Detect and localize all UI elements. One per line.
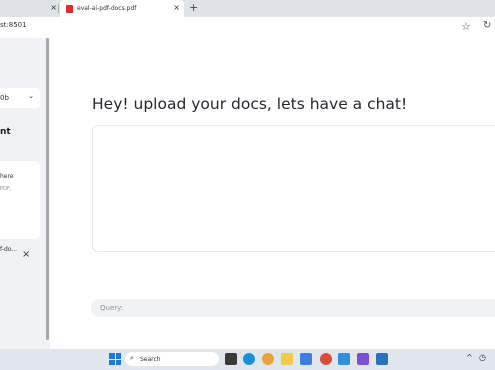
edge-icon[interactable] [243, 353, 255, 365]
bookmark-star-icon[interactable]: ☆ [461, 20, 471, 33]
windows-start-icon[interactable] [109, 353, 121, 365]
model-select-value: 0b [0, 94, 9, 102]
browser-tab-previous[interactable]: × [0, 0, 60, 17]
query-input[interactable] [91, 299, 495, 317]
uploader-text: here [0, 173, 14, 180]
app-icon[interactable] [357, 353, 369, 365]
tab-close-icon[interactable]: × [173, 3, 180, 12]
address-bar[interactable]: st:8501 ☆ ↻ [0, 17, 495, 39]
sidebar-scrollbar[interactable] [46, 38, 49, 340]
store-icon[interactable] [300, 353, 312, 365]
task-view-icon[interactable] [225, 353, 237, 365]
reload-icon[interactable]: ↻ [483, 20, 491, 31]
tab-title: eval-ai-pdf-docs.pdf [77, 5, 137, 12]
file-explorer-icon[interactable] [281, 353, 293, 365]
search-label: Search [140, 356, 161, 363]
tray-clock-icon[interactable]: ◷ [479, 353, 486, 362]
tray-chevron-icon[interactable]: ^ [466, 353, 473, 362]
taskbar-search[interactable]: ⌕ Search [125, 352, 219, 366]
page-title: Hey! upload your docs, lets have a chat! [92, 95, 408, 113]
terminal-icon[interactable] [376, 353, 388, 365]
pdf-icon [66, 4, 73, 13]
tab-separator [58, 4, 59, 13]
tab-close-icon[interactable]: × [50, 3, 57, 12]
browser-icon[interactable] [262, 353, 274, 365]
new-tab-button[interactable]: + [189, 0, 198, 16]
search-icon: ⌕ [130, 354, 134, 362]
chevron-down-icon: ⌄ [28, 92, 34, 100]
windows-taskbar: ⌕ Search ^ ◷ [0, 349, 495, 370]
uploaded-file-name: f-do... [0, 246, 18, 253]
main-content: Hey! upload your docs, lets have a chat! [50, 38, 495, 349]
remove-file-icon[interactable]: × [22, 249, 30, 260]
vscode-icon[interactable] [338, 353, 350, 365]
file-uploader-dropzone[interactable]: here PDF, [0, 161, 40, 239]
browser-tab-active[interactable]: eval-ai-pdf-docs.pdf × [60, 0, 184, 17]
address-url[interactable]: st:8501 [0, 21, 27, 29]
uploader-subtext: PDF, [0, 186, 12, 192]
model-select[interactable]: 0b ⌄ [0, 88, 40, 108]
sidebar: 0b ⌄ nt here PDF, f-do... × [0, 38, 50, 349]
browser-tab-strip: × eval-ai-pdf-docs.pdf × + [0, 0, 495, 17]
chat-history-container [92, 125, 495, 252]
sidebar-heading: nt [0, 127, 11, 137]
chrome-icon[interactable] [320, 353, 332, 365]
